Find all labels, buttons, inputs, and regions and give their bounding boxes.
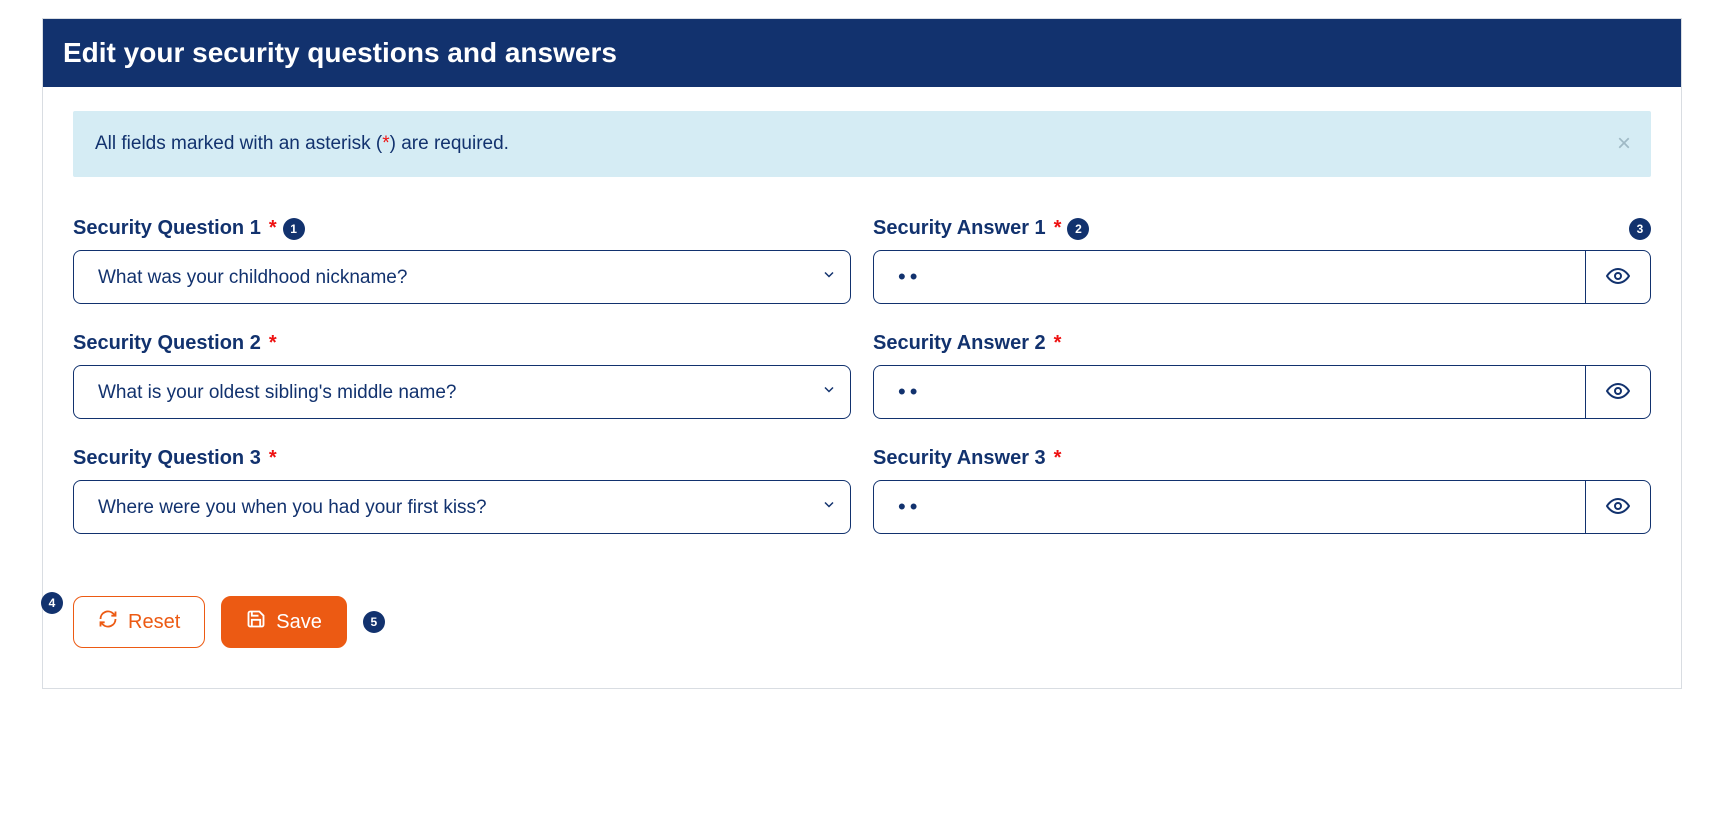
required-asterisk: * — [1054, 332, 1062, 355]
close-icon: × — [1617, 130, 1631, 157]
answer-2-label: Security Answer 2 — [873, 332, 1046, 355]
question-2-field: Security Question 2 * What is your oldest… — [73, 332, 851, 419]
answer-1-input-group — [873, 250, 1651, 304]
banner-asterisk: * — [382, 133, 389, 154]
question-2-label: Security Question 2 — [73, 332, 261, 355]
answer-1-show-button[interactable] — [1585, 250, 1651, 304]
required-fields-banner: All fields marked with an asterisk (*) a… — [73, 111, 1651, 177]
panel-title: Edit your security questions and answers — [43, 19, 1681, 87]
question-1-label: Security Question 1 — [73, 217, 261, 240]
save-button-label: Save — [276, 611, 322, 634]
required-asterisk: * — [1054, 217, 1062, 240]
question-2-select[interactable]: What is your oldest sibling's middle nam… — [73, 365, 851, 419]
required-asterisk: * — [1054, 447, 1062, 470]
required-asterisk: * — [269, 217, 277, 240]
answer-3-input-group — [873, 480, 1651, 534]
banner-text-prefix: All fields marked with an asterisk ( — [95, 133, 382, 154]
help-callout-1[interactable]: 1 — [283, 218, 305, 240]
question-1-select[interactable]: What was your childhood nickname? — [73, 250, 851, 304]
answer-1-label-row: Security Answer 1 * 2 3 — [873, 217, 1651, 240]
help-callout-3[interactable]: 3 — [1629, 218, 1651, 240]
question-3-label: Security Question 3 — [73, 447, 261, 470]
answer-3-field: Security Answer 3 * — [873, 447, 1651, 534]
banner-close-button[interactable]: × — [1611, 131, 1637, 157]
question-3-field: Security Question 3 * Where were you when… — [73, 447, 851, 534]
answer-1-field: Security Answer 1 * 2 3 — [873, 217, 1651, 304]
reset-button[interactable]: Reset — [73, 596, 205, 648]
answer-3-input[interactable] — [873, 480, 1585, 534]
answer-3-show-button[interactable] — [1585, 480, 1651, 534]
eye-icon — [1606, 379, 1630, 406]
reset-button-label: Reset — [128, 611, 180, 634]
question-2-label-row: Security Question 2 * — [73, 332, 851, 355]
help-callout-2[interactable]: 2 — [1067, 218, 1089, 240]
question-2-select-wrap: What is your oldest sibling's middle nam… — [73, 365, 851, 419]
help-callout-4[interactable]: 4 — [41, 592, 63, 614]
refresh-icon — [98, 609, 118, 635]
save-button[interactable]: Save — [221, 596, 347, 648]
question-3-select[interactable]: Where were you when you had your first k… — [73, 480, 851, 534]
required-asterisk: * — [269, 332, 277, 355]
question-3-select-wrap: Where were you when you had your first k… — [73, 480, 851, 534]
actions-row: 4 Reset Save 5 — [73, 596, 1651, 648]
answer-1-input[interactable] — [873, 250, 1585, 304]
panel-body: All fields marked with an asterisk (*) a… — [43, 87, 1681, 688]
answer-2-show-button[interactable] — [1585, 365, 1651, 419]
question-1-select-wrap: What was your childhood nickname? — [73, 250, 851, 304]
form-grid: Security Question 1 * 1 What was your chi… — [73, 217, 1651, 562]
answer-3-label-row: Security Answer 3 * — [873, 447, 1651, 470]
question-1-label-row: Security Question 1 * 1 — [73, 217, 851, 240]
answer-2-input-group — [873, 365, 1651, 419]
required-asterisk: * — [269, 447, 277, 470]
eye-icon — [1606, 494, 1630, 521]
answer-2-label-row: Security Answer 2 * — [873, 332, 1651, 355]
answer-1-label: Security Answer 1 — [873, 217, 1046, 240]
question-3-label-row: Security Question 3 * — [73, 447, 851, 470]
banner-text-suffix: ) are required. — [390, 133, 509, 154]
security-questions-panel: Edit your security questions and answers… — [42, 18, 1682, 689]
help-callout-5[interactable]: 5 — [363, 611, 385, 633]
save-icon — [246, 609, 266, 635]
answer-2-field: Security Answer 2 * — [873, 332, 1651, 419]
answer-3-label: Security Answer 3 — [873, 447, 1046, 470]
question-1-field: Security Question 1 * 1 What was your chi… — [73, 217, 851, 304]
eye-icon — [1606, 264, 1630, 291]
answer-2-input[interactable] — [873, 365, 1585, 419]
